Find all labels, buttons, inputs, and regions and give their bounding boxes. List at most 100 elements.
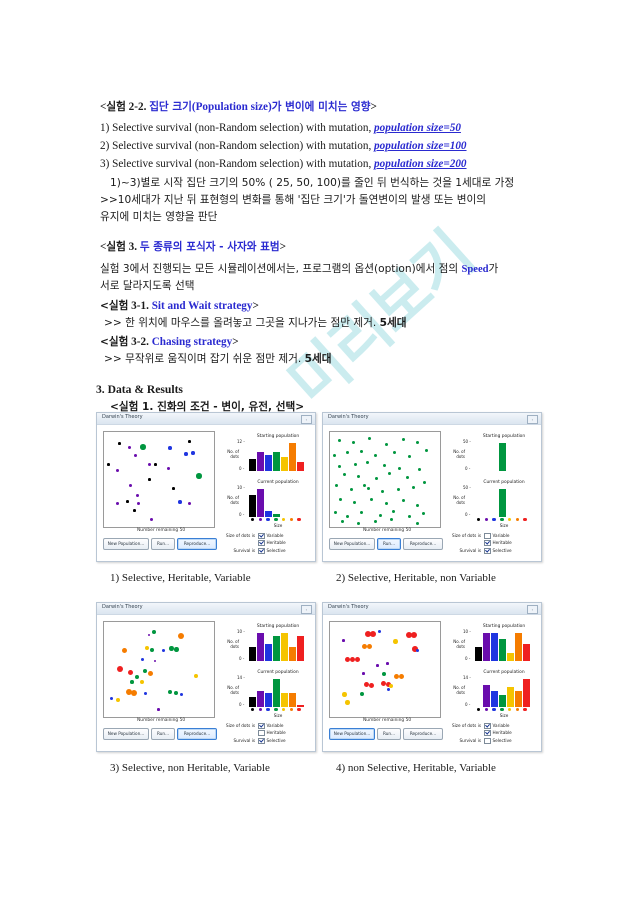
size-swatches [249,518,307,522]
population-dot [367,487,371,491]
y-axis-label: No. of dots [227,495,239,505]
population-dot [355,657,361,663]
population-dot [360,511,364,515]
line-gen10-b: 유지에 미치는 영향을 판단 [100,211,218,223]
maximize-icon[interactable]: ▫ [527,414,538,424]
bar-red [522,644,531,661]
current-population-chart: Current population No. of dots 14 - 0 - [453,670,533,707]
run-button[interactable]: Run... [377,728,401,740]
new-population-button[interactable]: New Population... [103,728,149,740]
maximize-icon[interactable]: ▫ [301,604,312,614]
option-label-size: Size of dots is [451,533,481,538]
bar-orange [288,647,297,661]
dot-field[interactable] [329,431,441,528]
x-axis-label: Size [273,523,283,528]
population-dot [345,700,350,705]
dot-field[interactable] [103,621,215,718]
population-dot [346,451,350,455]
selective-checkbox[interactable] [484,547,491,554]
line-pop-200-value: population size=200 [374,158,467,170]
run-button[interactable]: Run... [151,728,175,740]
starting-population-chart: Starting population No. of dots 10 - 0 - [453,624,533,661]
line-exp3-note-c: 가 [488,263,499,275]
heritable-label: Heritable [266,730,286,736]
reproduce-button[interactable]: Reproduce... [403,728,443,740]
y-axis-label: No. of dots [453,685,465,695]
option-row-variable[interactable]: Variable [258,722,283,729]
reproduce-button[interactable]: Reproduce... [403,538,443,550]
heritable-checkbox[interactable] [484,729,491,736]
heritable-checkbox[interactable] [484,539,491,546]
population-dot [363,484,367,488]
population-dot [134,454,137,457]
option-row-heritable[interactable]: Heritable [258,539,286,546]
window-title: Darwin's Theory [328,414,369,420]
maximize-icon[interactable]: ▫ [527,604,538,614]
option-row-selective[interactable]: Selective [258,547,286,554]
maximize-icon[interactable]: ▫ [301,414,312,424]
option-row-variable[interactable]: Variable [258,532,283,539]
dot-field[interactable] [329,621,441,718]
population-dot [338,439,342,443]
selective-checkbox[interactable] [484,737,491,744]
heritable-checkbox[interactable] [258,729,265,736]
option-row-variable[interactable]: Variable [484,532,509,539]
bar-green [498,638,507,661]
population-dot [392,510,396,514]
bar-purple [256,452,265,471]
figure-caption: 3) Selective, non Heritable, Variable [110,762,270,774]
selective-checkbox[interactable] [258,547,265,554]
y-tick-min: 0 - [465,512,471,517]
option-row-heritable[interactable]: Heritable [258,729,286,736]
option-row-selective[interactable]: Selective [484,547,512,554]
variable-checkbox[interactable] [258,722,265,729]
bar-orange [288,443,297,471]
line-pop-200: 3) Selective survival (non-Random select… [100,157,467,171]
bar-blue [490,633,499,661]
bar-blue [264,644,273,661]
line-exp3-1-desc: >> 한 위치에 마우스를 올려놓고 그곳을 지나가는 점만 제거. 5세대 [104,317,406,330]
reproduce-button[interactable]: Reproduce... [177,538,217,550]
window-title-bar: Darwin's Theory ▫ [97,413,315,425]
population-dot [378,630,382,634]
heritable-checkbox[interactable] [258,539,265,546]
swatch-yellow [507,708,512,712]
bar-group [249,677,307,707]
option-row-selective[interactable]: Selective [484,737,512,744]
swatch-red [297,518,301,522]
selective-checkbox[interactable] [258,737,265,744]
bar-group [475,487,533,517]
variable-checkbox[interactable] [258,532,265,539]
new-population-button[interactable]: New Population... [329,728,375,740]
option-row-heritable[interactable]: Heritable [484,539,512,546]
bar-black [475,647,483,661]
option-row-selective[interactable]: Selective [258,737,286,744]
reproduce-button[interactable]: Reproduce... [177,728,217,740]
heading-exp-1: <실험 1. 진화의 조건 - 변이, 유전, 선택> [110,401,305,413]
population-dot [422,512,426,516]
new-population-button[interactable]: New Population... [329,538,375,550]
option-label-size: Size of dots is [225,723,255,728]
bar-blue [264,454,273,471]
run-button[interactable]: Run... [377,538,401,550]
bar-yellow [280,633,289,661]
y-tick-max: 10 - [237,629,245,634]
variable-checkbox[interactable] [484,532,491,539]
line-pop-100-value: population size=100 [374,140,467,152]
options-panel: Size of dots is Variable Heritable Survival… [215,532,311,559]
new-population-button[interactable]: New Population... [103,538,149,550]
size-swatches [475,518,533,522]
bar-blue [264,693,273,707]
option-row-variable[interactable]: Variable [484,722,509,729]
window-title-bar: Darwin's Theory ▫ [323,603,541,615]
dot-field[interactable] [103,431,215,528]
number-remaining: Number remaining 50 [137,718,186,723]
run-button[interactable]: Run... [151,538,175,550]
population-dot [408,455,412,459]
option-row-heritable[interactable]: Heritable [484,729,512,736]
population-dot [346,515,350,519]
window-body: Number remaining 50 New Population... Run.… [97,425,315,561]
variable-checkbox[interactable] [484,722,491,729]
bar-green [272,452,281,471]
population-dot [150,518,153,521]
